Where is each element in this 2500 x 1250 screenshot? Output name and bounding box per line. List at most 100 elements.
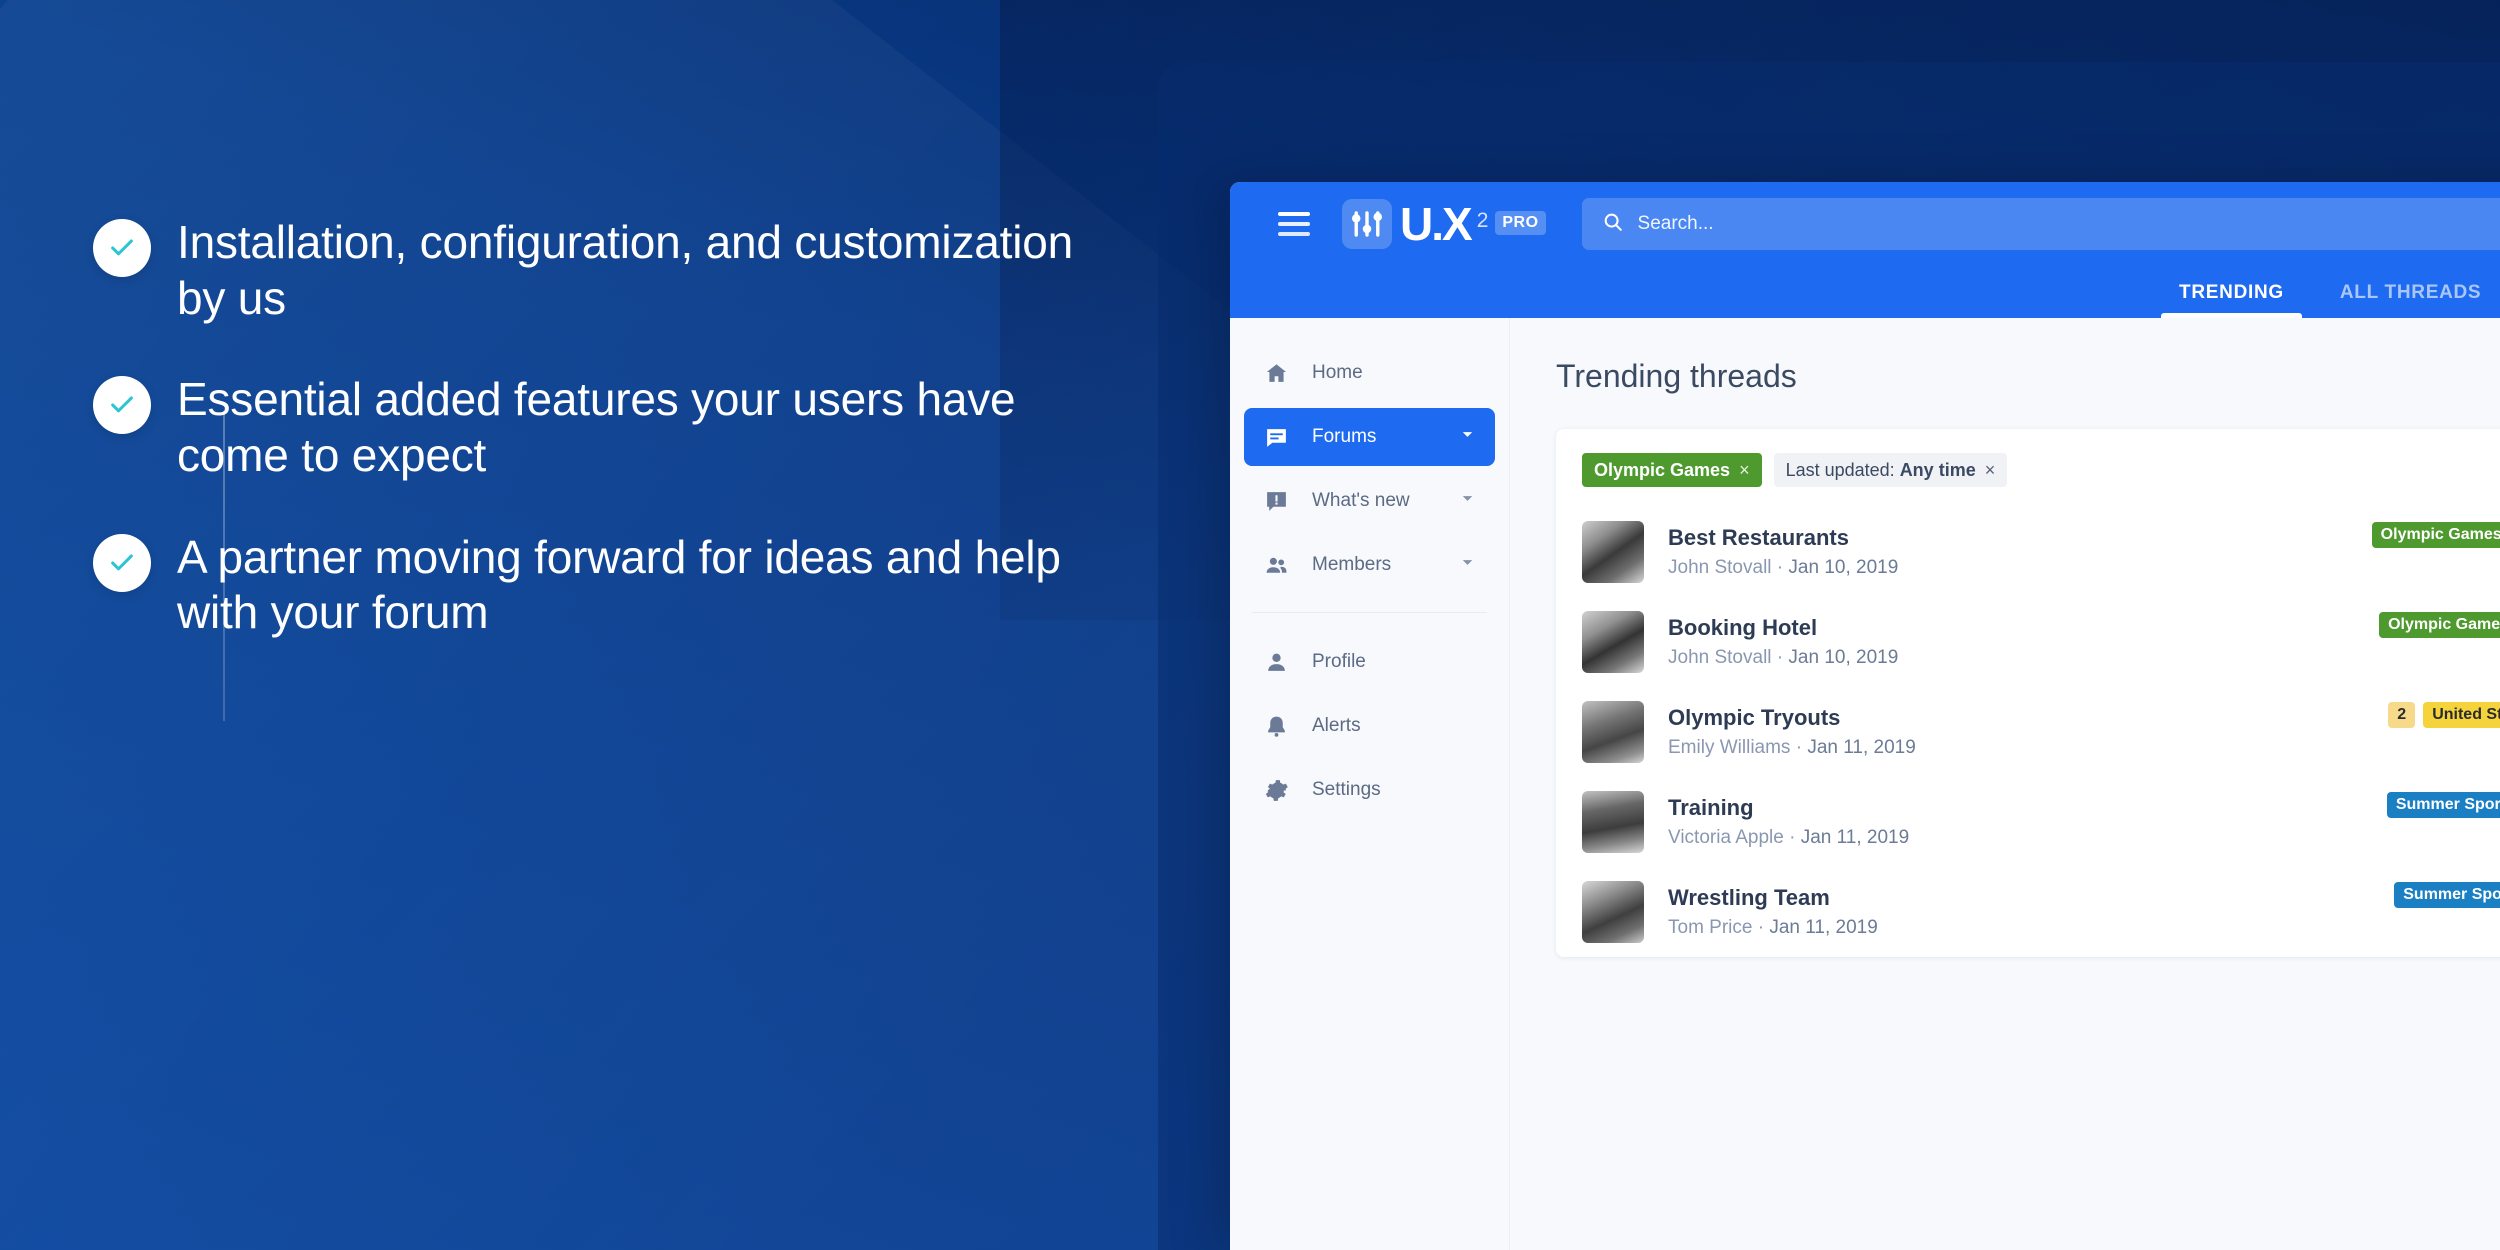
thread-date: Jan 10, 2019 [1788, 647, 1899, 668]
thread-right: Olympic Games Beijing 2022 [2371, 522, 2500, 582]
feature-bullet-text: A partner moving forward for ideas and h… [177, 530, 1061, 639]
sidebar-item-label: Settings [1312, 779, 1381, 800]
app-logo[interactable]: U.X 2 PRO [1342, 199, 1546, 249]
tag-list: 2 United States of America [2388, 702, 2500, 728]
table-row[interactable]: Olympic Tryouts Emily Williams · Jan 11,… [1556, 687, 2500, 777]
bell-icon [1264, 714, 1294, 739]
thread-info: Booking Hotel John Stovall · Jan 10, 201… [1668, 615, 2359, 669]
thread-date: Jan 11, 2019 [1769, 917, 1878, 938]
sidebar-item-label: Members [1312, 554, 1392, 575]
thread-meta: Tom Price · Jan 11, 2019 [1668, 917, 2374, 939]
sidebar-item-label: What's new [1312, 490, 1410, 511]
feature-bullet: A partner moving forward for ideas and h… [93, 530, 1113, 641]
chevron-down-icon[interactable] [1458, 489, 1477, 514]
sidebar-divider [1252, 612, 1487, 613]
thread-title[interactable]: Training [1668, 795, 2367, 821]
tag-list: Summer Sports Wrestling [2394, 882, 2500, 908]
thread-right: 2 United States of America [2388, 702, 2500, 762]
thread-title[interactable]: Best Restaurants [1668, 525, 2352, 551]
sidebar-item-label: Profile [1312, 651, 1366, 672]
thread-right: Summer Sports Wrestling [2394, 882, 2500, 942]
tab-trending[interactable]: TRENDING [2151, 282, 2312, 318]
chevron-down-icon[interactable] [1458, 553, 1477, 578]
avatar [1582, 521, 1644, 583]
close-icon[interactable]: × [1739, 460, 1750, 481]
tag[interactable]: 2 [2388, 702, 2416, 728]
thread-meta: John Stovall · Jan 10, 2019 [1668, 647, 2359, 669]
app-window: U.X 2 PRO Search... TRENDING ALL THREADS… [1230, 182, 2500, 1250]
avatar [1582, 881, 1644, 943]
thread-author[interactable]: Emily Williams [1668, 737, 1790, 758]
sidebar: Home Forums What's new Members Profile A… [1230, 318, 1510, 1250]
logo-edition-badge: PRO [1495, 211, 1546, 235]
feature-bullet-text: Installation, configuration, and customi… [177, 216, 1073, 324]
thread-title[interactable]: Olympic Tryouts [1668, 705, 2368, 731]
feature-bullet: Installation, configuration, and customi… [93, 215, 1113, 326]
sidebar-item-home[interactable]: Home [1244, 344, 1495, 402]
sidebar-item-label: Home [1312, 362, 1363, 383]
thread-date: Jan 10, 2019 [1788, 557, 1899, 578]
chevron-down-icon[interactable] [1458, 425, 1477, 450]
tag-list: Summer Sports Swimming [2386, 792, 2500, 818]
sidebar-item-forums[interactable]: Forums [1244, 408, 1495, 466]
gear-icon [1264, 778, 1294, 803]
table-row[interactable]: Booking Hotel John Stovall · Jan 10, 201… [1556, 597, 2500, 687]
threads-card: Olympic Games × Last updated: Any time ×… [1556, 429, 2500, 957]
tag[interactable]: Summer Sports [2386, 792, 2500, 818]
person-icon [1264, 650, 1294, 675]
feature-bullet-text: Essential added features your users have… [177, 373, 1016, 481]
tag[interactable]: Summer Sports [2394, 882, 2500, 908]
search-placeholder: Search... [1637, 213, 1714, 234]
page-title: Trending threads [1556, 358, 1797, 394]
meta-separator: · [1776, 647, 1784, 668]
tag[interactable]: Olympic Games [2371, 522, 2500, 548]
check-icon [93, 533, 151, 592]
meta-separator: · [1789, 827, 1796, 848]
thread-title[interactable]: Booking Hotel [1668, 615, 2359, 641]
avatar [1582, 791, 1644, 853]
tag[interactable]: United States of America [2423, 702, 2500, 728]
app-header: U.X 2 PRO Search... TRENDING ALL THREADS… [1230, 182, 2500, 318]
main-content: Trending threads Olympic Games × Last up… [1510, 318, 2500, 1250]
table-row[interactable]: Wrestling Team Tom Price · Jan 11, 2019 … [1556, 867, 2500, 957]
filter-chip-last-updated[interactable]: Last updated: Any time × [1773, 453, 2008, 487]
marketing-panel: Installation, configuration, and customi… [0, 0, 1180, 1250]
thread-meta: John Stovall · Jan 10, 2019 [1668, 557, 2352, 579]
thread-info: Training Victoria Apple · Jan 11, 2019 [1668, 795, 2367, 849]
table-row[interactable]: Best Restaurants John Stovall · Jan 10, … [1556, 507, 2500, 597]
sidebar-item-alerts[interactable]: Alerts [1244, 697, 1495, 755]
thread-author[interactable]: John Stovall [1668, 557, 1772, 578]
check-icon [93, 219, 151, 277]
tag-list: Olympic Games Beijing 2022 [2371, 522, 2500, 548]
thread-info: Olympic Tryouts Emily Williams · Jan 11,… [1668, 705, 2368, 759]
thread-author[interactable]: Victoria Apple [1668, 827, 1784, 848]
sidebar-item-settings[interactable]: Settings [1244, 761, 1495, 819]
forums-icon [1264, 425, 1294, 450]
app-body: Home Forums What's new Members Profile A… [1230, 318, 2500, 1250]
thread-meta: Victoria Apple · Jan 11, 2019 [1668, 827, 2367, 849]
thread-right: Summer Sports Swimming [2386, 792, 2500, 852]
sidebar-item-whats-new[interactable]: What's new [1244, 472, 1495, 530]
tag[interactable]: Olympic Games [2379, 612, 2500, 638]
close-icon[interactable]: × [1985, 460, 1996, 481]
filter-chip-label: Olympic Games [1594, 459, 1731, 480]
thread-author[interactable]: Tom Price [1668, 917, 1752, 938]
search-input[interactable]: Search... [1581, 198, 2500, 250]
tab-all-threads[interactable]: ALL THREADS [2312, 282, 2500, 318]
logo-version: 2 [1476, 209, 1489, 232]
header-tabs: TRENDING ALL THREADS NEW T [2151, 266, 2500, 318]
sidebar-item-members[interactable]: Members [1244, 536, 1495, 594]
thread-info: Best Restaurants John Stovall · Jan 10, … [1668, 525, 2352, 579]
hamburger-icon[interactable] [1278, 212, 1312, 236]
sidebar-item-label: Alerts [1312, 715, 1361, 736]
thread-author[interactable]: John Stovall [1668, 647, 1772, 668]
table-row[interactable]: Training Victoria Apple · Jan 11, 2019 S… [1556, 777, 2500, 867]
home-icon [1264, 361, 1294, 386]
sidebar-item-profile[interactable]: Profile [1244, 633, 1495, 691]
tag-list: Olympic Games Tokyo 2020 [2379, 612, 2500, 638]
avatar [1582, 611, 1644, 673]
thread-info: Wrestling Team Tom Price · Jan 11, 2019 [1668, 885, 2374, 939]
filter-chip-olympic-games[interactable]: Olympic Games × [1582, 453, 1762, 487]
thread-title[interactable]: Wrestling Team [1668, 885, 2374, 911]
members-icon [1264, 553, 1294, 578]
